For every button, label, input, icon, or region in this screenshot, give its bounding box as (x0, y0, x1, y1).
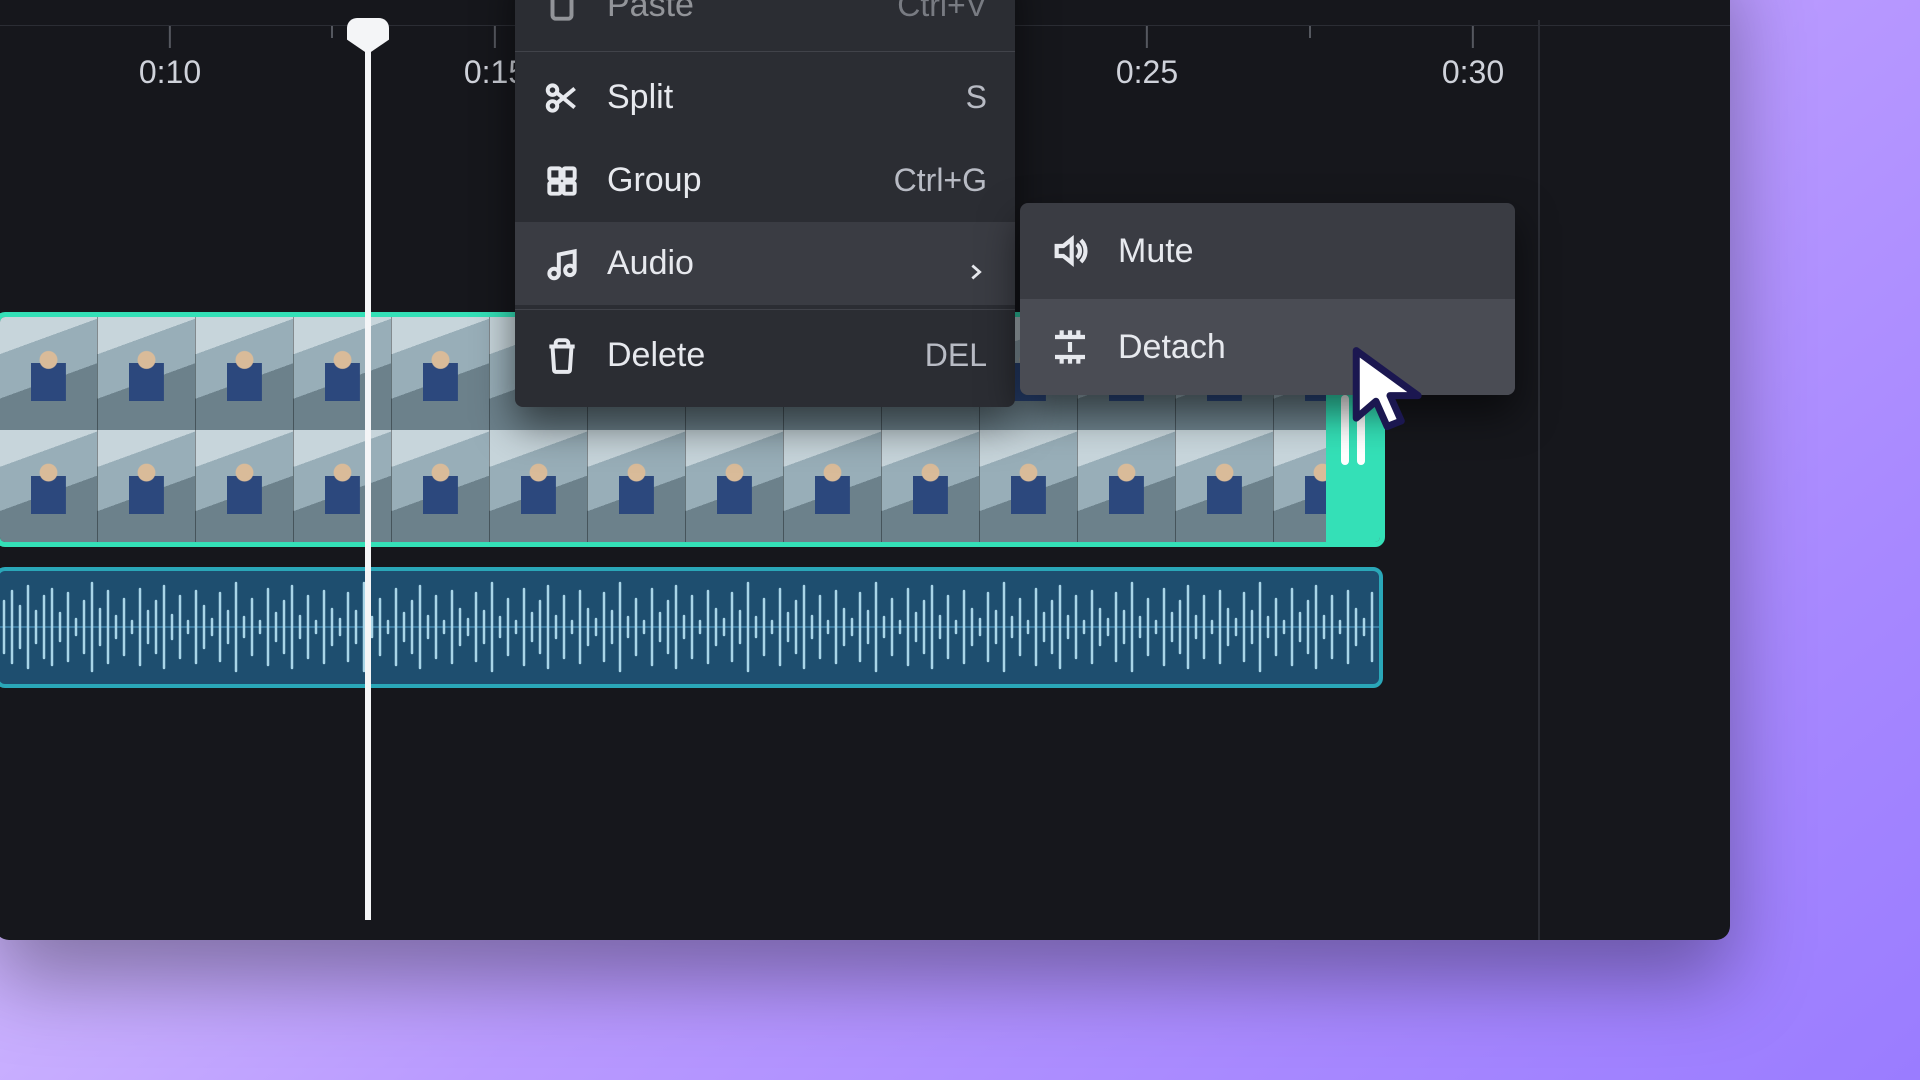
audio-submenu-detach[interactable]: Detach (1020, 299, 1515, 395)
ruler-tick-minor (1309, 26, 1311, 44)
context-menu-shortcut: Ctrl+G (894, 162, 987, 199)
audio-submenu: Mute Detach (1020, 203, 1515, 395)
chevron-right-icon (965, 253, 987, 275)
context-menu-paste[interactable]: Paste Ctrl+V (515, 0, 1015, 47)
trash-icon (543, 337, 581, 375)
ruler-tick-minor (331, 26, 333, 44)
music-icon (543, 245, 581, 283)
context-menu-group[interactable]: Group Ctrl+G (515, 139, 1015, 222)
context-menu: Paste Ctrl+V Split S Group Ctrl+G Audio … (515, 0, 1015, 407)
ruler-tick: 0:30 (1442, 26, 1504, 91)
context-menu-split[interactable]: Split S (515, 56, 1015, 139)
context-menu-shortcut: Ctrl+V (897, 0, 987, 24)
ruler-tick: 0:25 (1116, 26, 1178, 91)
ruler-tick: 0:10 (139, 26, 201, 91)
context-menu-label: Paste (607, 0, 871, 25)
menu-divider (515, 51, 1015, 52)
speaker-icon (1050, 231, 1090, 271)
context-menu-label: Delete (607, 336, 899, 375)
group-icon (543, 162, 581, 200)
menu-divider (515, 309, 1015, 310)
paste-icon (543, 0, 581, 25)
context-menu-label: Split (607, 78, 940, 117)
audio-clip[interactable] (0, 567, 1383, 688)
context-menu-label: Audio (607, 244, 939, 283)
context-menu-shortcut: S (966, 79, 987, 116)
audio-submenu-label: Mute (1118, 232, 1194, 271)
scissors-icon (543, 79, 581, 117)
playhead[interactable] (365, 30, 371, 920)
context-menu-delete[interactable]: Delete DEL (515, 314, 1015, 397)
context-menu-audio[interactable]: Audio (515, 222, 1015, 305)
context-menu-shortcut: DEL (925, 337, 987, 374)
detach-icon (1050, 327, 1090, 367)
context-menu-label: Group (607, 161, 868, 200)
audio-submenu-label: Detach (1118, 328, 1226, 367)
viewport-edge (1538, 20, 1540, 940)
audio-submenu-mute[interactable]: Mute (1020, 203, 1515, 299)
